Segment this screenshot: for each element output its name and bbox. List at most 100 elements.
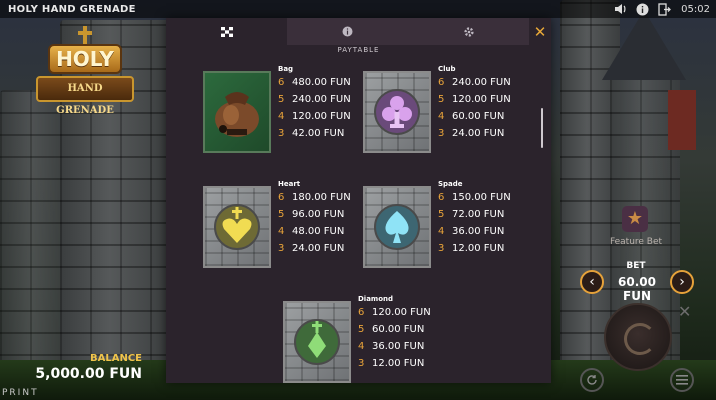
pay-amount: 120.00 FUN <box>292 111 351 122</box>
balance-label: BALANCE <box>89 353 142 364</box>
pay-count: 4 <box>278 226 285 237</box>
pay-amount: 42.00 FUN <box>292 128 345 139</box>
pay-count: 4 <box>438 226 445 237</box>
pay-amount: 36.00 FUN <box>372 341 425 352</box>
pay-count: 3 <box>278 243 285 254</box>
pay-list-diamond: 6 120.00 FUN 5 60.00 FUN 4 36.00 FUN 3 12.00… <box>358 304 468 372</box>
game-logo: HOLY HAND GRENADE <box>34 26 136 116</box>
menu-icon <box>676 375 688 385</box>
pay-count: 4 <box>438 111 445 122</box>
pay-amount: 60.00 FUN <box>372 324 425 335</box>
castle-roof <box>602 10 686 80</box>
speaker-icon[interactable] <box>613 2 627 16</box>
logo-subtitle: HAND GRENADE <box>36 76 134 116</box>
close-icon[interactable]: ✕ <box>678 302 691 321</box>
pay-amount: 24.00 FUN <box>452 128 505 139</box>
symbol-heart-tile <box>203 186 271 268</box>
pay-amount: 120.00 FUN <box>452 94 511 105</box>
pay-count: 3 <box>438 243 445 254</box>
pay-amount: 180.00 FUN <box>292 192 351 203</box>
spade-icon <box>374 204 420 250</box>
pay-count: 3 <box>438 128 445 139</box>
pay-row: 3 12.00 FUN <box>358 355 468 372</box>
pay-amount: 240.00 FUN <box>292 94 351 105</box>
pay-amount: 12.00 FUN <box>452 243 505 254</box>
pay-count: 6 <box>438 192 445 203</box>
bet-value: 60.00 FUN <box>618 275 656 303</box>
pay-amount: 60.00 FUN <box>452 111 505 122</box>
game-title: HOLY HAND GRENADE <box>8 3 136 15</box>
pay-count: 3 <box>358 358 365 369</box>
autoplay-button[interactable] <box>580 368 604 392</box>
symbol-name: Diamond <box>358 295 394 303</box>
castle-banner <box>668 90 696 150</box>
top-icons: 05:02 <box>613 2 710 16</box>
info-circle-icon <box>342 26 353 37</box>
pay-count: 3 <box>278 128 285 139</box>
close-paytable-button[interactable]: ✕ <box>529 18 551 45</box>
pay-amount: 72.00 FUN <box>452 209 505 220</box>
pay-count: 5 <box>438 209 445 220</box>
bet-increase-button[interactable]: › <box>670 270 694 294</box>
bet-decrease-button[interactable]: ‹ <box>580 270 604 294</box>
tab-info[interactable] <box>287 18 408 45</box>
club-icon <box>374 89 420 135</box>
symbol-spade-tile <box>363 186 431 268</box>
pay-count: 6 <box>358 307 365 318</box>
pay-count: 5 <box>358 324 365 335</box>
pay-amount: 480.00 FUN <box>292 77 351 88</box>
symbol-name: Bag <box>278 65 294 73</box>
pay-amount: 24.00 FUN <box>292 243 345 254</box>
symbol-diamond-tile <box>283 301 351 383</box>
pay-count: 6 <box>438 77 445 88</box>
spin-arrow-icon <box>624 323 656 355</box>
pay-row: 5 72.00 FUN <box>438 206 548 223</box>
pay-amount: 96.00 FUN <box>292 209 345 220</box>
section-title: PAYTABLE <box>337 46 380 54</box>
exit-icon[interactable] <box>657 2 671 16</box>
paytable-modal: ✕ PAYTABLE Bag 6 480.00 FUN 5 240.00 FUN 4… <box>166 18 551 383</box>
feature-bet-star-icon[interactable]: ★ <box>622 206 648 232</box>
pay-row: 6 240.00 FUN <box>438 74 548 91</box>
menu-button[interactable] <box>670 368 694 392</box>
bet-selector: ‹ 60.00 FUN › <box>578 270 698 303</box>
pay-count: 4 <box>278 111 285 122</box>
pay-count: 6 <box>278 77 285 88</box>
symbol-bag-tile <box>203 71 271 153</box>
feature-bet-label: Feature Bet <box>609 237 663 247</box>
pay-amount: 36.00 FUN <box>452 226 505 237</box>
pay-list-spade: 6 150.00 FUN 5 72.00 FUN 4 36.00 FUN 3 12.00… <box>438 189 548 257</box>
tab-settings[interactable] <box>408 18 529 45</box>
balance-value: 5,000.00 FUN <box>35 366 142 382</box>
heart-icon <box>214 204 260 250</box>
pay-row: 6 150.00 FUN <box>438 189 548 206</box>
logo-holy-text: HOLY <box>48 44 122 74</box>
gear-icon <box>463 26 474 37</box>
paytable-grid-icon <box>220 26 233 37</box>
info-icon[interactable] <box>635 2 649 16</box>
bag-icon <box>215 92 259 137</box>
pay-amount: 240.00 FUN <box>452 77 511 88</box>
pay-row: 4 36.00 FUN <box>438 223 548 240</box>
pay-count: 5 <box>278 94 285 105</box>
pay-amount: 120.00 FUN <box>372 307 431 318</box>
pay-count: 6 <box>278 192 285 203</box>
pay-row: 6 120.00 FUN <box>358 304 468 321</box>
pay-amount: 12.00 FUN <box>372 358 425 369</box>
spin-button[interactable] <box>604 303 672 371</box>
logo-cross-icon <box>78 26 92 46</box>
pay-amount: 48.00 FUN <box>292 226 345 237</box>
pay-row: 3 12.00 FUN <box>438 240 548 257</box>
pay-row: 5 120.00 FUN <box>438 91 548 108</box>
autoplay-icon <box>587 375 597 385</box>
pay-row: 5 60.00 FUN <box>358 321 468 338</box>
paytable-tabs: ✕ <box>166 18 551 45</box>
print-label: PRINT <box>2 388 39 398</box>
symbol-club-tile <box>363 71 431 153</box>
pay-row: 4 36.00 FUN <box>358 338 468 355</box>
pay-row: 3 24.00 FUN <box>438 125 548 142</box>
pay-list-club: 6 240.00 FUN 5 120.00 FUN 4 60.00 FUN 3 24.0… <box>438 74 548 142</box>
tab-paytable[interactable] <box>166 18 287 45</box>
diamond-icon <box>294 319 340 365</box>
symbol-name: Spade <box>438 180 463 188</box>
